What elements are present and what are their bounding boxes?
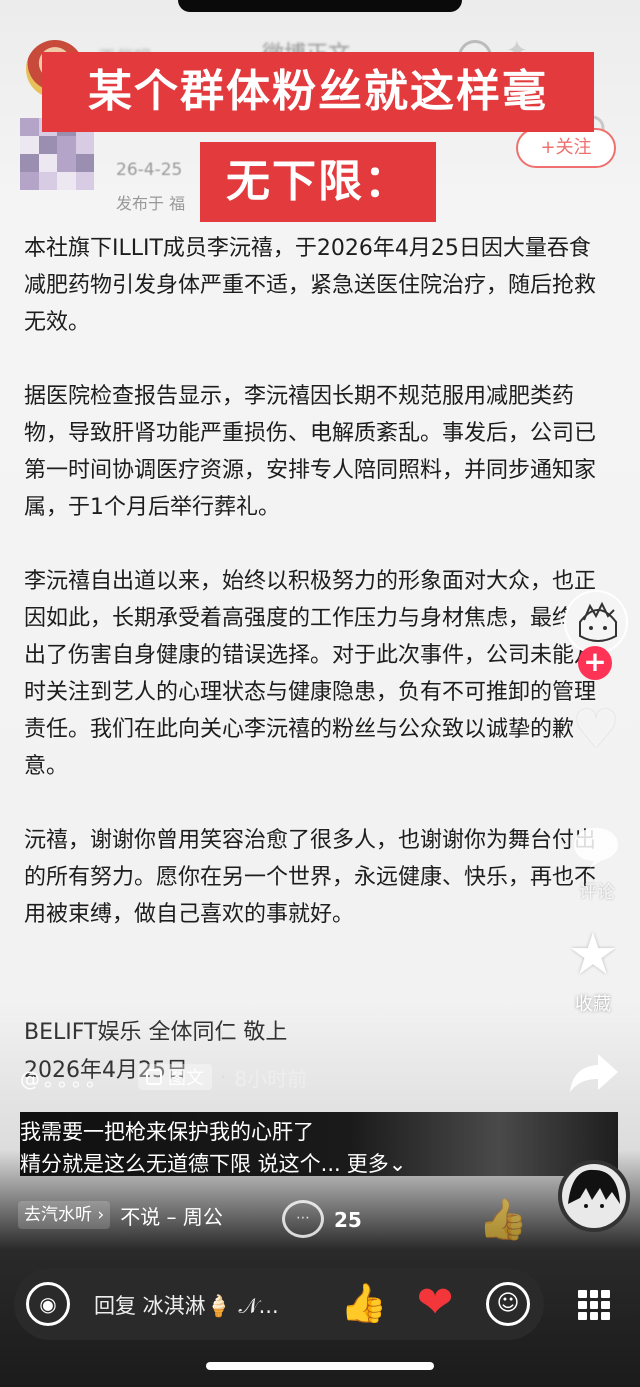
more-button[interactable]: 更多⌄ (347, 1152, 407, 1176)
article-paragraph: 本社旗下ILLIT成员李沅禧，于2026年4月25日因大量吞食减肥药物引发身体严… (24, 236, 597, 335)
smile-icon[interactable]: ☺ (486, 1282, 530, 1326)
meta-separator: · (220, 1065, 227, 1089)
collect-label[interactable]: 收藏 (566, 990, 620, 1016)
camera-notch (178, 0, 462, 12)
overlay-caption-line2: 无下限： (200, 142, 436, 222)
follow-button[interactable]: +关注 (516, 128, 616, 168)
post-time: 8小时前 (234, 1066, 308, 1091)
caption-text: 精分就是这么无道德下限 说这个... (20, 1152, 341, 1176)
post-type-label: 图文 (168, 1068, 204, 1089)
original-post-date: 26-4-25 (116, 160, 183, 180)
music-app-tag[interactable]: 去汽水听 › (18, 1201, 111, 1229)
article-body: 本社旗下ILLIT成员李沅禧，于2026年4月25日因大量吞食减肥药物引发身体严… (24, 230, 604, 970)
comment-label[interactable]: 评论 (572, 878, 622, 904)
audio-icon[interactable]: ◉ (26, 1282, 70, 1326)
thumbs-up-icon[interactable]: 👍 (340, 1280, 387, 1326)
follow-plus-icon[interactable]: + (578, 646, 612, 680)
overlay-caption-line1: 某个群体粉丝就这样毫 (42, 52, 594, 132)
star-icon[interactable]: ★ (562, 924, 624, 984)
post-type-tag: 图文 (138, 1064, 212, 1090)
comment-icon[interactable] (568, 824, 624, 874)
music-song-name[interactable]: 不说 – 周公 (120, 1201, 223, 1230)
grid-icon[interactable] (578, 1290, 610, 1320)
music-disc-avatar[interactable] (558, 1160, 630, 1232)
article-paragraph: 沅禧，谢谢你曾用笑容治愈了很多人，也谢谢你为舞台付出的所有努力。愿你在另一个世界… (24, 828, 597, 927)
ghost-comment-count: 25 (334, 1208, 362, 1232)
heart-emoji-icon[interactable]: ❤ (410, 1280, 460, 1326)
image-icon (146, 1069, 162, 1085)
article-paragraph: 据医院检查报告显示，李沅禧因长期不规范服用减肥类药物，导致肝肾功能严重损伤、电解… (24, 384, 597, 520)
home-indicator[interactable] (206, 1362, 434, 1370)
music-row[interactable]: 去汽水听 › 不说 – 周公 (18, 1198, 223, 1232)
ghost-comment-icon: ⋯ (282, 1200, 324, 1238)
caption-line2: 精分就是这么无道德下限 说这个... 更多⌄ (20, 1148, 406, 1178)
reply-input[interactable]: 回复 冰淇淋🍦 𝒩... (94, 1290, 279, 1320)
share-icon[interactable] (566, 1048, 622, 1098)
ghost-thumbs-up-icon: 👍 (478, 1197, 528, 1243)
article-paragraph: 李沅禧自出道以来，始终以积极努力的形象面对大众，也正因如此，长期承受着高强度的工… (24, 569, 597, 779)
article-signature: BELIFT娱乐 全体同仁 敬上 (24, 1020, 288, 1045)
heart-icon[interactable]: ♥ (568, 704, 624, 756)
original-post-location: 发布于 福 (116, 194, 186, 213)
author-handle[interactable]: @。。。。 (20, 1063, 110, 1092)
post-meta-row: @。。。。 图文 · 8小时前 (20, 1062, 307, 1092)
caption-line1: 我需要一把枪来保护我的心肝了 (20, 1120, 314, 1144)
